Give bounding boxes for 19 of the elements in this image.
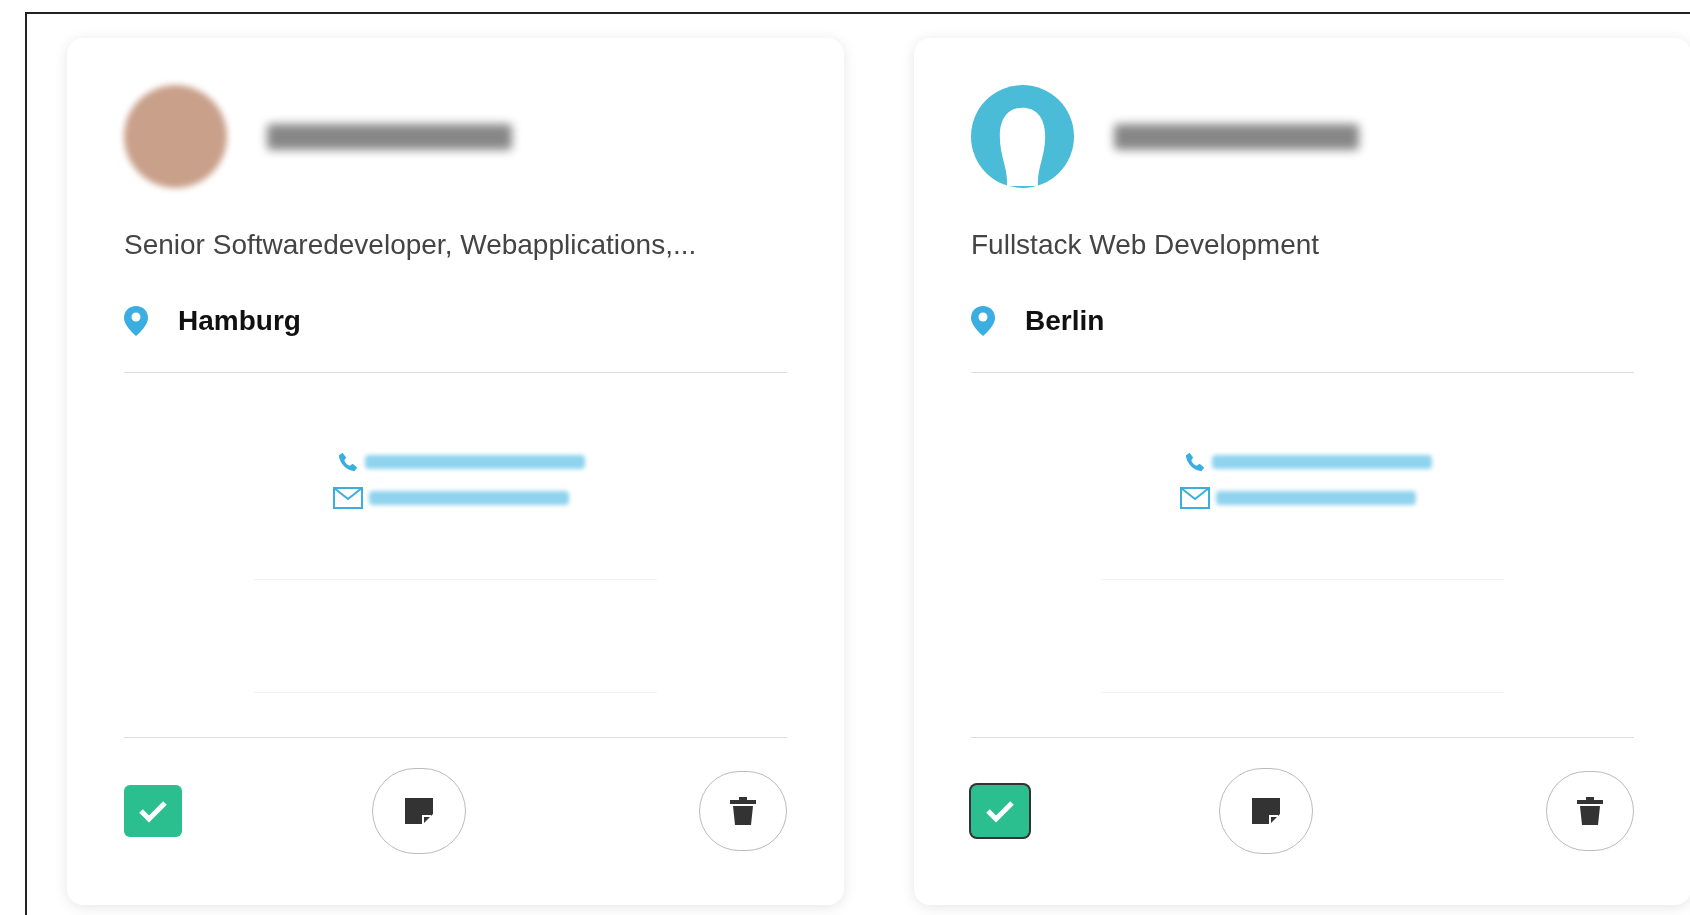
checkbox[interactable]: [971, 785, 1029, 837]
checkmark-icon: [138, 799, 168, 823]
trash-icon: [730, 797, 756, 825]
sticky-note-icon: [1252, 798, 1280, 824]
checkmark-icon: [985, 799, 1015, 823]
phone-icon: [1183, 451, 1206, 473]
sticky-note-icon: [405, 798, 433, 824]
phone-icon: [336, 451, 359, 473]
mail-icon: [1179, 487, 1210, 509]
mail-icon: [332, 487, 363, 509]
location-pin-icon: [971, 306, 995, 336]
trash-icon: [1577, 797, 1603, 825]
location-pin-icon: [124, 306, 148, 336]
avatar-silhouette-icon: [971, 85, 1074, 188]
location: Berlin: [1025, 304, 1105, 338]
checkbox[interactable]: [124, 785, 182, 837]
location: Hamburg: [178, 304, 301, 338]
job-title: Senior Softwaredeveloper, Webapplications,...: [124, 228, 698, 262]
job-title: Fullstack Web Development: [971, 228, 1321, 262]
